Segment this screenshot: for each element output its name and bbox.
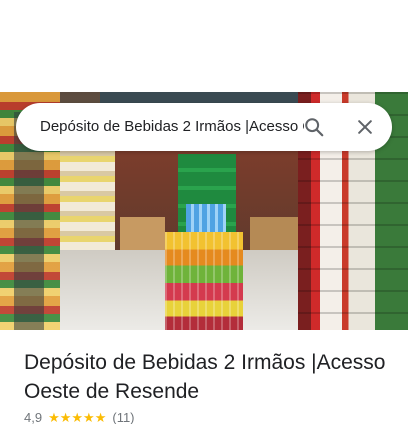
place-title: Depósito de Bebidas 2 Irmãos |Acesso Oes… (24, 351, 386, 403)
photo-drink-stack (165, 232, 243, 330)
search-button[interactable] (296, 109, 332, 145)
search-bar[interactable]: Depósito de Bebidas 2 Irmãos |Acesso Oes… (16, 103, 392, 151)
photo-water-bottles (186, 204, 226, 232)
close-button[interactable] (347, 109, 383, 145)
search-input[interactable]: Depósito de Bebidas 2 Irmãos |Acesso Oes… (40, 103, 304, 151)
close-icon (358, 120, 372, 134)
top-blank-area (0, 0, 408, 92)
search-icon (305, 118, 324, 137)
